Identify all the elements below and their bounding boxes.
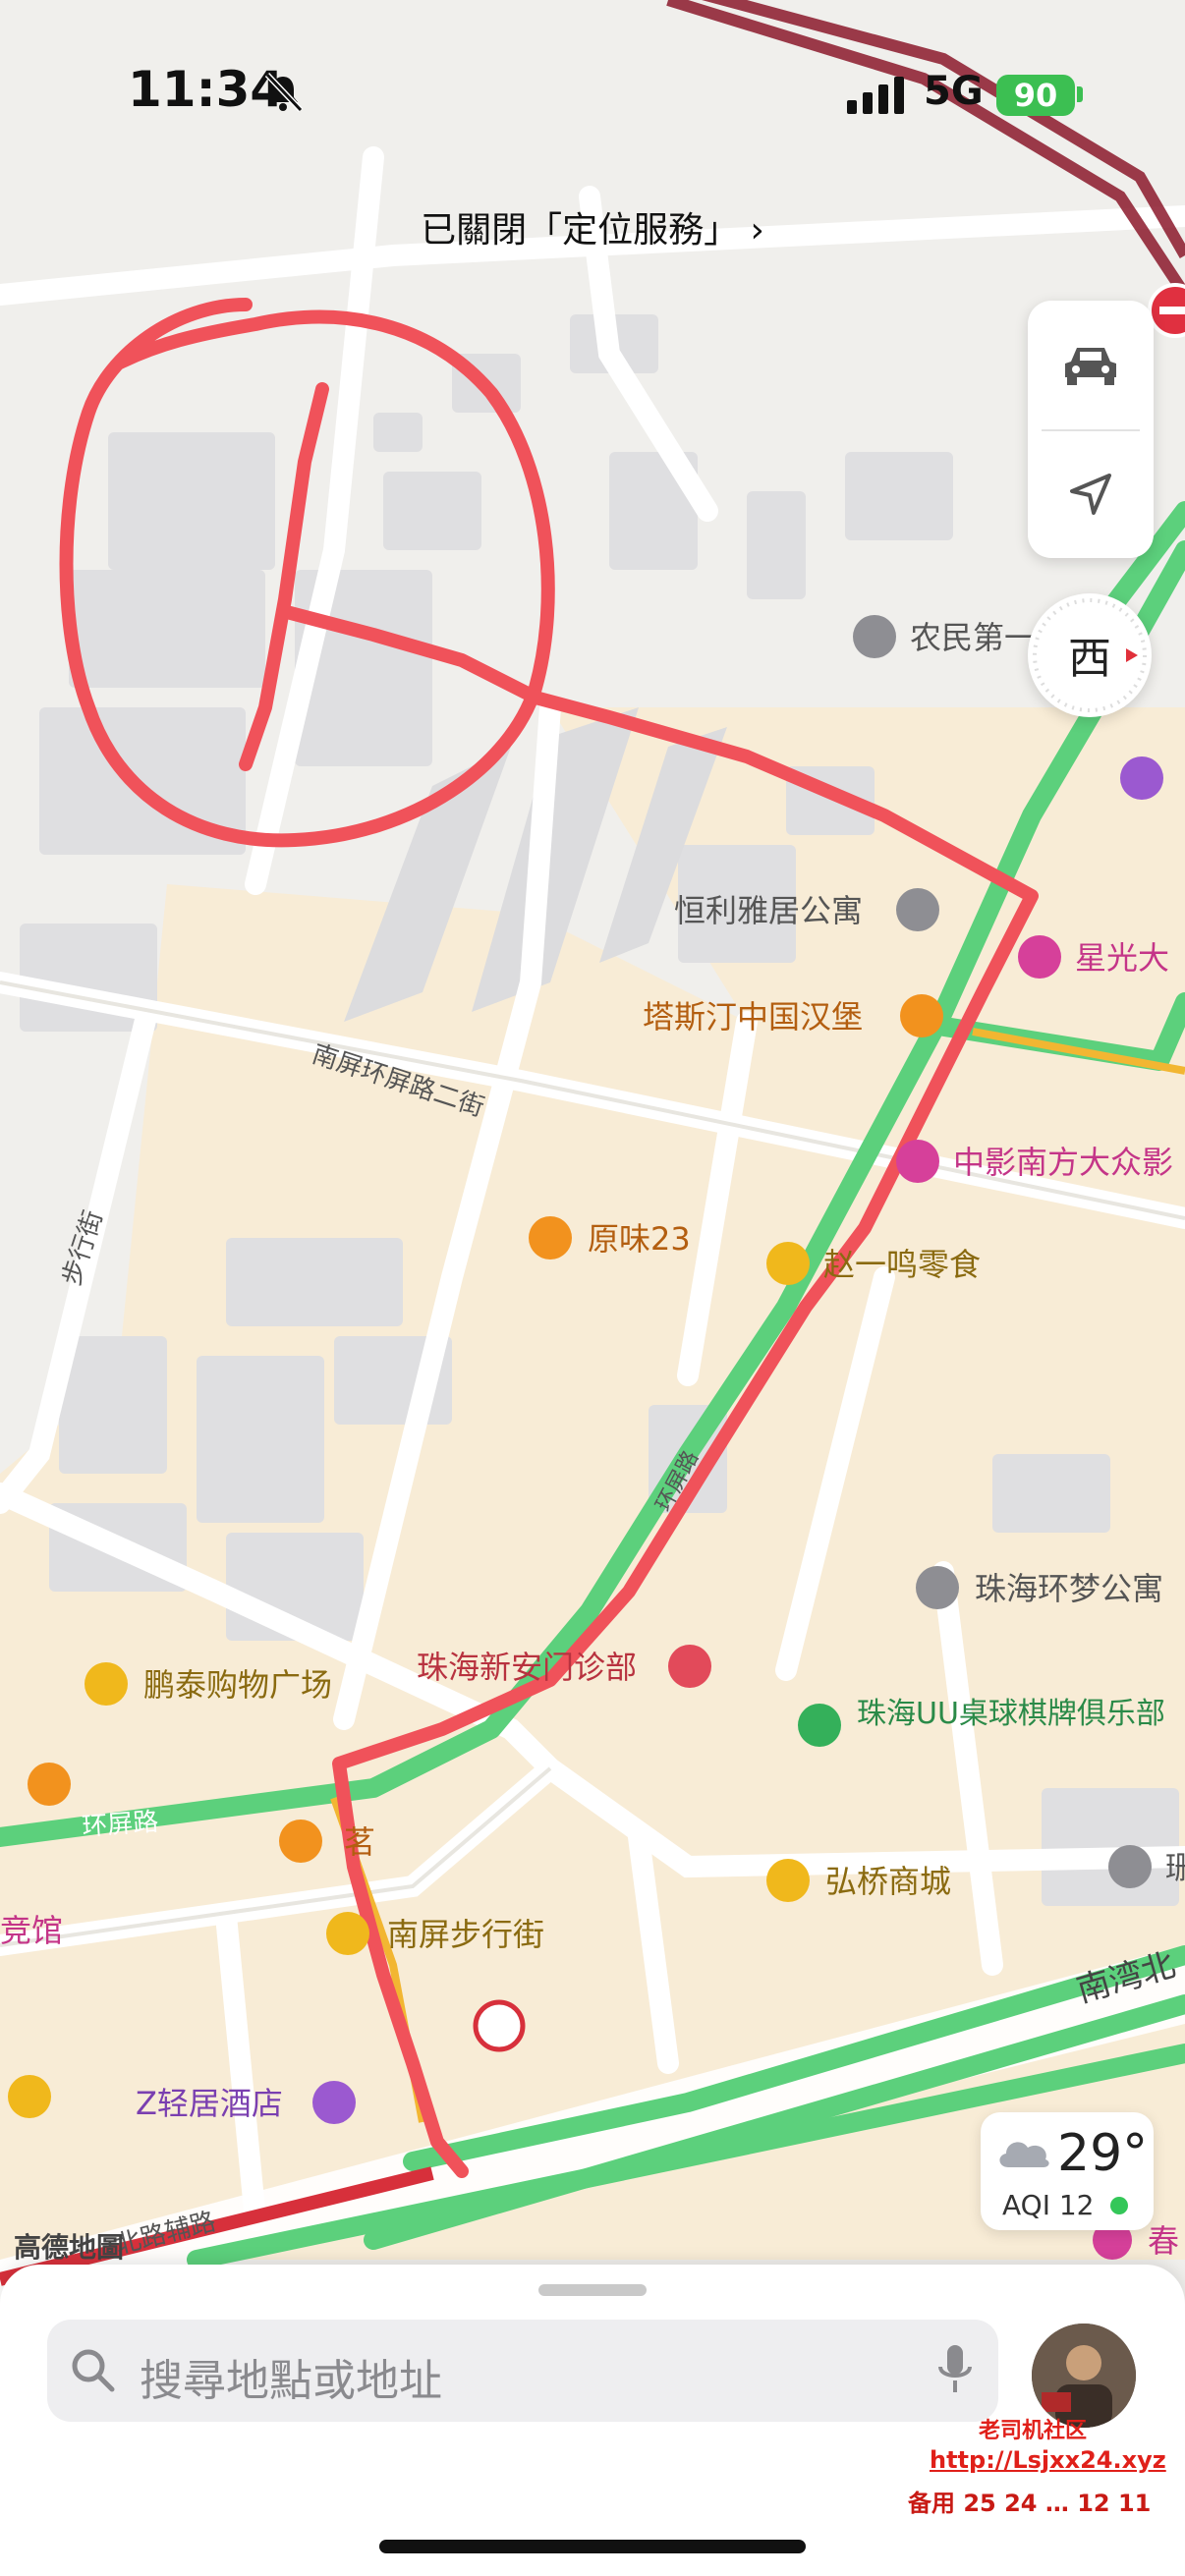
svg-text:农民第一: 农民第一 — [910, 619, 1036, 656]
bell-slash-icon — [264, 72, 304, 113]
search-input[interactable]: 搜尋地點或地址 — [140, 2345, 442, 2408]
svg-text:中影南方大众影: 中影南方大众影 — [953, 1144, 1173, 1181]
microphone-icon[interactable] — [935, 2343, 975, 2398]
locate-me-button[interactable] — [1028, 430, 1154, 558]
home-indicator — [379, 2540, 806, 2553]
svg-text:珠海环梦公寓: 珠海环梦公寓 — [975, 1570, 1163, 1607]
svg-text:竞馆: 竞馆 — [0, 1912, 63, 1949]
transport-mode-button[interactable] — [1028, 301, 1154, 428]
cellular-signal-icon — [847, 77, 904, 114]
food-icon — [529, 1216, 572, 1260]
poi-hongqiao[interactable]: 弘桥商城 — [766, 1859, 951, 1902]
svg-text:Z轻居酒店: Z轻居酒店 — [136, 2085, 283, 2122]
shopping-icon — [766, 1242, 810, 1285]
cinema-icon — [896, 1140, 939, 1183]
svg-text:珠海UU桌球棋牌俱乐部: 珠海UU桌球棋牌俱乐部 — [857, 1697, 1165, 1731]
aqi-value: AQI 12 — [1002, 2189, 1095, 2221]
chevron-right-icon: › — [750, 210, 764, 251]
map-controls — [1028, 301, 1154, 558]
watermark-line-3: 备用 25 24 … 12 11 — [908, 2490, 1152, 2517]
location-arrow-icon — [1070, 474, 1111, 515]
svg-text:赵一鸣零食: 赵一鸣零食 — [823, 1246, 981, 1283]
poi-zhaoyiming[interactable]: 赵一鸣零食 — [766, 1242, 981, 1285]
location-services-banner[interactable]: 已關閉「定位服務」 › — [0, 201, 1185, 252]
road-label-huanping: 环屏路 — [81, 1808, 159, 1842]
svg-text:珠海新安门诊部: 珠海新安门诊部 — [417, 1649, 637, 1686]
sports-icon — [798, 1704, 841, 1747]
building-icon — [1108, 1845, 1152, 1888]
poi-z-hotel[interactable]: Z轻居酒店 — [136, 2081, 356, 2124]
watermark-line-1: 老司机社区 — [979, 2419, 1088, 2443]
svg-text:珊: 珊 — [1165, 1849, 1185, 1886]
aqi-status-dot — [1110, 2197, 1128, 2214]
svg-text:恒利雅居公寓: 恒利雅居公寓 — [674, 892, 863, 929]
building-icon — [896, 888, 939, 931]
svg-text:茗: 茗 — [344, 1823, 375, 1861]
search-icon — [72, 2349, 115, 2392]
watermark-line-2: http://Lsjxx24.xyz — [930, 2446, 1166, 2474]
poi-nongmin[interactable]: 农民第一 — [853, 615, 1036, 658]
map-attribution: 高德地圖 — [14, 2231, 125, 2264]
svg-text:春: 春 — [1148, 2222, 1179, 2260]
battery-level: 90 — [1013, 77, 1058, 114]
weather-widget[interactable]: 29° AQI 12 — [981, 2112, 1154, 2230]
shopping-bag-icon — [8, 2075, 51, 2118]
status-bar: 11:34 5G 90 已關閉「定位服務」 › — [0, 0, 1185, 251]
gas-station-icon — [473, 1999, 526, 2052]
svg-text:弘桥商城: 弘桥商城 — [825, 1863, 951, 1900]
svg-text:星光大: 星光大 — [1075, 939, 1169, 977]
poi-nanping-walkstreet[interactable]: 南屏步行街 — [326, 1912, 544, 1955]
location-banner-text: 已關閉「定位服務」 — [421, 210, 740, 251]
building-icon — [853, 615, 896, 658]
compass-button[interactable]: 西 — [1028, 593, 1152, 717]
poi-xingguang[interactable]: 星光大 — [1018, 935, 1169, 979]
hotel-icon — [1120, 756, 1163, 800]
drink-icon — [279, 1820, 322, 1863]
poi-yuanwei[interactable]: 原味23 — [529, 1216, 691, 1260]
temperature: 29° — [1057, 2124, 1149, 2183]
poi-jingguan[interactable]: 竞馆 — [0, 1912, 63, 1949]
shopping-icon — [85, 1662, 128, 1706]
microphone-icon — [1018, 935, 1061, 979]
cake-icon — [28, 1763, 71, 1806]
battery-tip — [1077, 86, 1083, 102]
food-icon — [900, 994, 943, 1037]
battery-indicator: 90 — [996, 75, 1075, 116]
hotel-icon — [312, 2081, 356, 2124]
shopping-icon — [766, 1859, 810, 1902]
network-type: 5G — [924, 69, 984, 114]
search-bar[interactable]: 搜尋地點或地址 — [47, 2320, 998, 2422]
svg-text:南屏步行街: 南屏步行街 — [387, 1916, 544, 1953]
sheet-grabber[interactable] — [538, 2284, 647, 2296]
cloud-icon — [999, 2142, 1049, 2167]
car-icon — [1065, 348, 1116, 385]
svg-text:鹏泰购物广场: 鹏泰购物广场 — [143, 1666, 332, 1704]
hospital-icon — [668, 1645, 711, 1688]
shopping-icon — [326, 1912, 369, 1955]
svg-text:原味23: 原味23 — [588, 1220, 691, 1258]
building-icon — [916, 1566, 959, 1609]
svg-text:塔斯汀中国汉堡: 塔斯汀中国汉堡 — [643, 998, 863, 1036]
compass-direction: 西 — [1068, 634, 1111, 684]
